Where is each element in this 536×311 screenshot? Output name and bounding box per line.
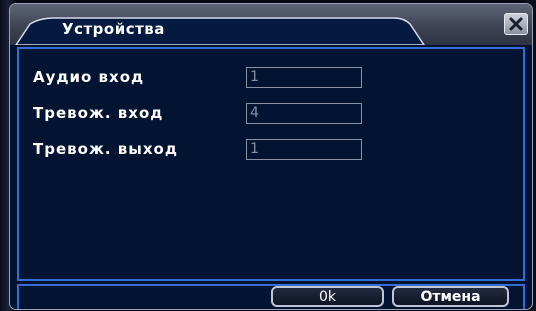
dialog-title: Устройства xyxy=(62,20,165,38)
alarm-input-label: Тревож. вход xyxy=(33,104,164,122)
alarm-input-row: Тревож. вход xyxy=(33,102,233,124)
alarm-output-row: Тревож. выход xyxy=(33,138,233,160)
cancel-button[interactable]: Отмена xyxy=(392,286,509,307)
alarm-output-label: Тревож. выход xyxy=(33,140,178,158)
settings-panel: Аудио вход 1 Тревож. вход 4 Тревож. выхо… xyxy=(17,47,525,281)
title-bar: Устройства xyxy=(10,4,532,45)
alarm-input-field[interactable]: 4 xyxy=(246,103,362,124)
close-button[interactable] xyxy=(504,13,528,35)
ok-button[interactable]: 0k xyxy=(271,286,384,307)
devices-dialog: Устройства Аудио вход 1 Тревож. вход 4 Т… xyxy=(10,4,532,309)
audio-input-row: Аудио вход xyxy=(33,66,233,88)
audio-input-field[interactable]: 1 xyxy=(246,67,362,88)
audio-input-label: Аудио вход xyxy=(33,68,145,86)
close-icon xyxy=(509,17,523,31)
alarm-output-field[interactable]: 1 xyxy=(246,139,362,160)
